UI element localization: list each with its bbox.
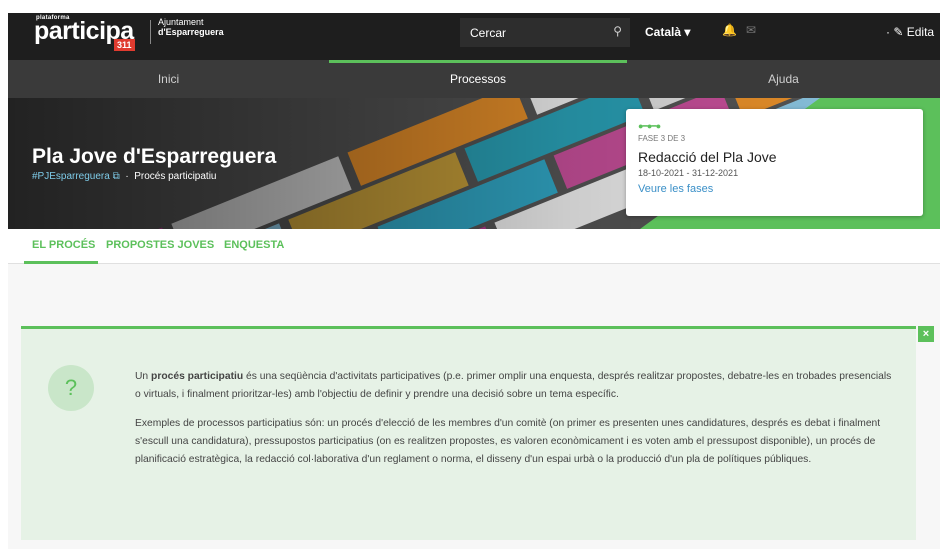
organization-name[interactable]: Ajuntament d'Esparreguera [158, 17, 224, 37]
nav-tab-inici[interactable]: Inici [8, 60, 329, 98]
tab-enquesta[interactable]: ENQUESTA [224, 239, 284, 251]
divider [150, 20, 151, 44]
top-header: plataforma participa 311 Ajuntament d'Es… [8, 13, 940, 60]
nav-tab-processos[interactable]: Processos [329, 60, 627, 98]
process-meta: #PJEsparreguera ⧉ · Procés participatiu [32, 171, 216, 182]
pencil-icon: · ✎ [886, 25, 904, 39]
callout-paragraph-1: Un procés participatiu és una seqüència … [135, 368, 895, 404]
process-subtabs: EL PROCÉS PROPOSTES JOVES ENQUESTA [8, 229, 940, 264]
external-link-icon[interactable]: ⧉ [113, 171, 120, 182]
close-icon[interactable]: × [918, 326, 934, 342]
edit-button[interactable]: · ✎ Edita [886, 25, 934, 39]
view-phases-link[interactable]: Veure les fases [638, 183, 911, 195]
process-type: Procés participatiu [134, 171, 217, 182]
phase-progress-icon: ●━●━● [638, 121, 661, 131]
phase-name: Redacció del Pla Jove [638, 149, 777, 165]
question-icon: ? [48, 365, 94, 411]
search-input[interactable]: Cercar ⚲ [460, 18, 630, 47]
org-line-1: Ajuntament [158, 17, 204, 27]
phase-dates: 18-10-2021 - 31-12-2021 [638, 168, 739, 178]
hashtag-link[interactable]: #PJEsparreguera [32, 171, 110, 182]
search-placeholder: Cercar [470, 26, 507, 40]
org-line-2: d'Esparreguera [158, 27, 224, 37]
p1-pre: Un [135, 371, 152, 382]
p1-bold: procés participatiu [151, 371, 244, 382]
process-title: Pla Jove d'Esparreguera [32, 145, 277, 168]
mail-icon[interactable]: ✉ [746, 23, 756, 37]
search-icon[interactable]: ⚲ [613, 24, 622, 38]
callout-paragraph-2: Exemples de processos participatius són:… [135, 418, 881, 465]
edit-label: Edita [906, 25, 935, 39]
phase-step: FASE 3 DE 3 [638, 134, 686, 143]
main-navigation: Inici Processos Ajuda [8, 60, 940, 98]
callout-text: Un procés participatiu és una seqüència … [135, 368, 895, 469]
bell-icon[interactable]: 🔔 [722, 23, 737, 37]
tab-el-proces[interactable]: EL PROCÉS [32, 239, 95, 251]
phase-card: ●━●━● FASE 3 DE 3 Redacció del Pla Jove … [626, 109, 923, 216]
p1-post: és una seqüència d'activitats participat… [135, 371, 892, 400]
language-selector[interactable]: Català ▾ [645, 25, 690, 39]
nav-tab-ajuda[interactable]: Ajuda [627, 60, 940, 98]
tab-propostes-joves[interactable]: PROPOSTES JOVES [106, 239, 214, 251]
meta-separator: · [125, 171, 129, 182]
logo-number: 311 [114, 39, 135, 51]
